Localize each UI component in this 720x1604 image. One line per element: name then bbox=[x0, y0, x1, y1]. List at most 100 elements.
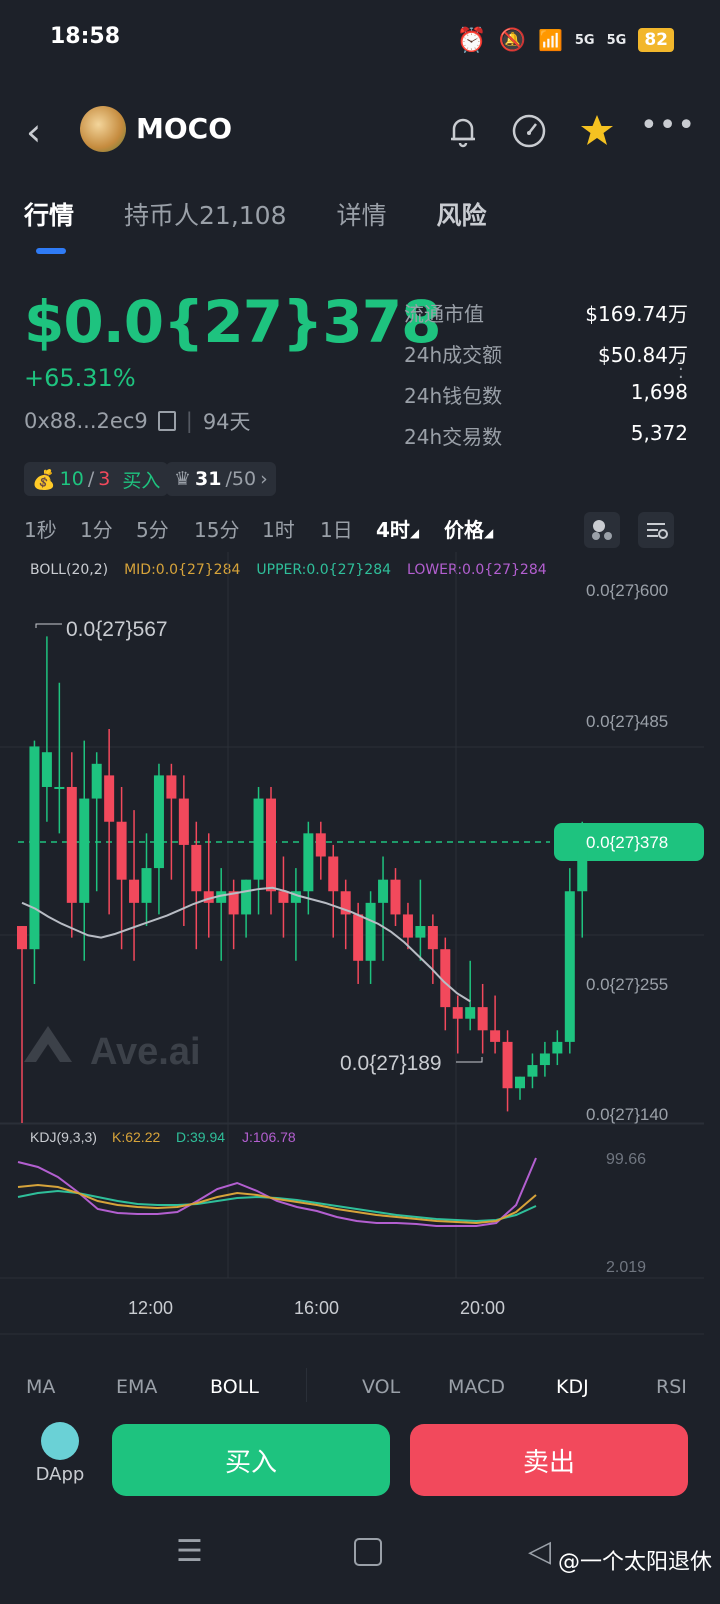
candle-body bbox=[577, 844, 588, 892]
back-arrow-icon[interactable]: ‹ bbox=[26, 110, 41, 154]
stat-row: 24h交易数 5,372 bbox=[404, 421, 688, 462]
buy-sell-badge[interactable]: 💰 10/3 买入 bbox=[24, 462, 169, 496]
y-tick: 0.0{27}600 bbox=[586, 581, 668, 600]
candle-body bbox=[465, 1007, 476, 1019]
wifi-icon: 📶 bbox=[537, 28, 563, 52]
home-nav-icon[interactable] bbox=[354, 1538, 382, 1566]
token-age: 94天 bbox=[202, 410, 251, 434]
candle-body bbox=[564, 891, 575, 1042]
high-marker bbox=[35, 623, 62, 628]
candle-body bbox=[104, 775, 115, 822]
ind-tab-macd[interactable]: MACD bbox=[448, 1376, 505, 1398]
ind-tab-boll[interactable]: BOLL bbox=[210, 1376, 259, 1398]
back-nav-icon[interactable]: ◁ bbox=[528, 1534, 551, 1569]
stat-label: 24h交易数 bbox=[404, 425, 503, 449]
candle-body bbox=[452, 1007, 463, 1019]
stat-row: 流通市值 $169.74万 bbox=[404, 298, 688, 339]
candle-body bbox=[54, 786, 65, 789]
indicator-toggle-button[interactable] bbox=[584, 512, 620, 548]
dropdown-triangle-icon: ◢ bbox=[484, 526, 494, 540]
candle-body bbox=[129, 879, 140, 903]
stat-value: 5,372 bbox=[630, 421, 688, 445]
legend-kdj: KDJ(9,3,3) bbox=[30, 1129, 97, 1145]
stat-label: 流通市值 bbox=[404, 302, 484, 326]
status-bar: 18:58 ⏰ 🔕 📶 5G 5G 82 bbox=[0, 0, 720, 84]
interval-15m[interactable]: 15分 bbox=[194, 514, 239, 543]
interval-4h[interactable]: 4时◢ bbox=[376, 514, 419, 543]
ind-tab-rsi[interactable]: RSI bbox=[656, 1376, 687, 1398]
ind-tab-ma[interactable]: MA bbox=[26, 1376, 55, 1398]
candle-body bbox=[91, 763, 102, 799]
ind-tab-vol[interactable]: VOL bbox=[362, 1376, 400, 1398]
tab-holders[interactable]: 持币人21,108 bbox=[124, 196, 286, 232]
grid bbox=[0, 552, 704, 1279]
x-tick: 16:00 bbox=[294, 1298, 339, 1318]
divider: | bbox=[185, 409, 193, 433]
price-chart[interactable]: Ave.ai 0.0{27}600 0.0{27}485 0.0{27}255 … bbox=[0, 552, 720, 1342]
badge-buy-label: 买入 bbox=[122, 469, 161, 492]
current-price-tag-text: 0.0{27}378 bbox=[586, 833, 668, 852]
star-icon[interactable] bbox=[578, 112, 616, 150]
x-tick: 20:00 bbox=[460, 1298, 505, 1318]
kdj-k-line bbox=[17, 1183, 537, 1225]
candle-body bbox=[328, 856, 339, 892]
menu-nav-icon[interactable]: ☰ bbox=[176, 1534, 203, 1569]
interval-1d[interactable]: 1日 bbox=[320, 514, 353, 543]
contract-address-row: 0x88...2ec9 | 94天 bbox=[24, 406, 251, 436]
coin-name: MOCO bbox=[136, 112, 233, 145]
legend-k: K:62.22 bbox=[112, 1129, 160, 1145]
vertical-more-icon[interactable]: · · · bbox=[678, 353, 684, 387]
bell-icon[interactable] bbox=[444, 112, 482, 150]
candle-body bbox=[17, 926, 27, 950]
interval-1m[interactable]: 1分 bbox=[80, 514, 113, 543]
y-tick: 0.0{27}485 bbox=[586, 712, 668, 731]
candle-body bbox=[191, 844, 202, 892]
low-marker bbox=[456, 1057, 483, 1063]
tab-market[interactable]: 行情 bbox=[24, 196, 74, 232]
ave-watermark: Ave.ai bbox=[24, 1026, 201, 1073]
x-tick: 12:00 bbox=[128, 1298, 173, 1318]
kdj-j-line bbox=[17, 1157, 537, 1227]
interval-1s[interactable]: 1秒 bbox=[24, 514, 57, 543]
system-nav-bar: ☰ ◁ @一个太阳退休 bbox=[0, 1520, 720, 1604]
candle-body bbox=[552, 1041, 563, 1054]
interval-1h[interactable]: 1时 bbox=[262, 514, 295, 543]
battery-indicator: 82 bbox=[638, 28, 674, 52]
price-mode-label: 价格 bbox=[444, 518, 484, 542]
status-time: 18:58 bbox=[50, 24, 121, 49]
more-icon[interactable]: ••• bbox=[640, 108, 696, 143]
chevron-right-icon: › bbox=[260, 468, 268, 490]
candle-body bbox=[515, 1076, 525, 1089]
crown-badge[interactable]: ♛ 31/50 › bbox=[166, 462, 276, 496]
settings-sliders-icon bbox=[647, 523, 668, 539]
kdj-low-tick: 2.019 bbox=[606, 1259, 646, 1276]
top-bar: ‹ MOCO ••• bbox=[0, 100, 720, 160]
tab-separator bbox=[306, 1368, 307, 1402]
buy-button[interactable]: 买入 bbox=[112, 1424, 390, 1496]
candle-body bbox=[502, 1041, 513, 1089]
dapp-button[interactable]: DApp bbox=[30, 1422, 90, 1485]
moneybag-icon: 💰 bbox=[32, 468, 56, 491]
signal-icon-2: 5G bbox=[606, 32, 627, 48]
chart-settings-button[interactable] bbox=[638, 512, 674, 548]
speedometer-icon[interactable] bbox=[510, 112, 548, 150]
kdj-high-tick: 99.66 bbox=[606, 1151, 646, 1168]
interval-4h-label: 4时 bbox=[376, 518, 410, 542]
sell-button[interactable]: 卖出 bbox=[410, 1424, 688, 1496]
candle-body bbox=[153, 775, 164, 869]
pancake-bunny-icon bbox=[41, 1422, 79, 1460]
candle-body bbox=[365, 902, 376, 961]
y-tick: 0.0{27}140 bbox=[586, 1105, 668, 1124]
tab-risk[interactable]: 风险 bbox=[437, 196, 487, 232]
ind-tab-kdj[interactable]: KDJ bbox=[556, 1376, 589, 1398]
copy-icon[interactable] bbox=[157, 411, 176, 431]
candle-body bbox=[353, 914, 364, 961]
candle-body bbox=[477, 1007, 488, 1031]
tab-details[interactable]: 详情 bbox=[337, 196, 387, 232]
interval-5m[interactable]: 5分 bbox=[136, 514, 169, 543]
badge-red-count: 3 bbox=[98, 468, 111, 490]
price-mode-dropdown[interactable]: 价格◢ bbox=[444, 514, 493, 543]
crown-total: /50 bbox=[225, 468, 257, 490]
ind-tab-ema[interactable]: EMA bbox=[116, 1376, 157, 1398]
action-bar: DApp 买入 卖出 bbox=[0, 1408, 720, 1518]
